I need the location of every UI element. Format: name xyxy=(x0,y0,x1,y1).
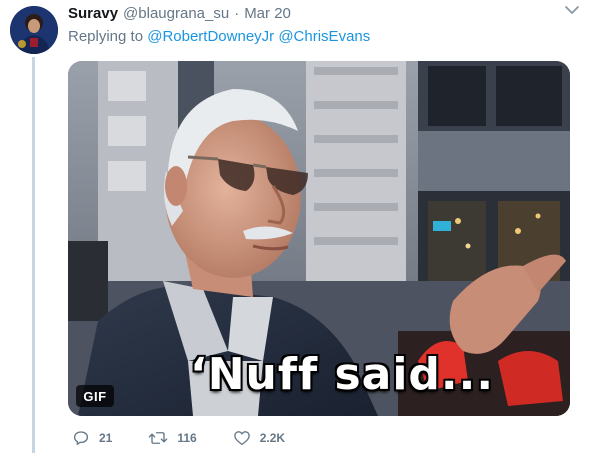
gif-media[interactable]: ‘Nuff said... GIF xyxy=(68,61,570,416)
like-button[interactable]: 2.2K xyxy=(233,429,285,447)
gif-caption: ‘Nuff said... xyxy=(190,349,495,400)
thread-line xyxy=(32,57,35,453)
retweet-count: 116 xyxy=(177,431,197,445)
tweet-date[interactable]: Mar 20 xyxy=(244,4,291,24)
mention-link[interactable]: @ChrisEvans xyxy=(278,28,370,45)
avatar-image xyxy=(10,6,58,54)
like-count: 2.2K xyxy=(259,431,286,445)
replying-to-label: Replying to xyxy=(68,28,144,45)
avatar[interactable] xyxy=(10,6,58,54)
separator-dot: · xyxy=(234,5,240,22)
replying-to: Replying to @RobertDowneyJr @ChrisEvans xyxy=(68,27,370,47)
author-name[interactable]: Suravy xyxy=(68,4,118,24)
heart-icon xyxy=(233,431,250,446)
gif-badge: GIF xyxy=(76,385,114,407)
reply-button[interactable]: 21 xyxy=(72,429,112,447)
chevron-down-icon[interactable] xyxy=(564,4,580,16)
reply-count: 21 xyxy=(99,431,113,445)
author-handle[interactable]: @blaugrana_su xyxy=(123,4,229,24)
comment-icon xyxy=(73,431,89,446)
tweet-actions: 21 116 2.2K xyxy=(72,428,321,448)
retweet-icon xyxy=(149,432,168,444)
tweet-header: Suravy @blaugrana_su · Mar 20 xyxy=(68,4,584,24)
retweet-button[interactable]: 116 xyxy=(148,429,197,447)
mention-link[interactable]: @RobertDowneyJr xyxy=(147,28,274,45)
